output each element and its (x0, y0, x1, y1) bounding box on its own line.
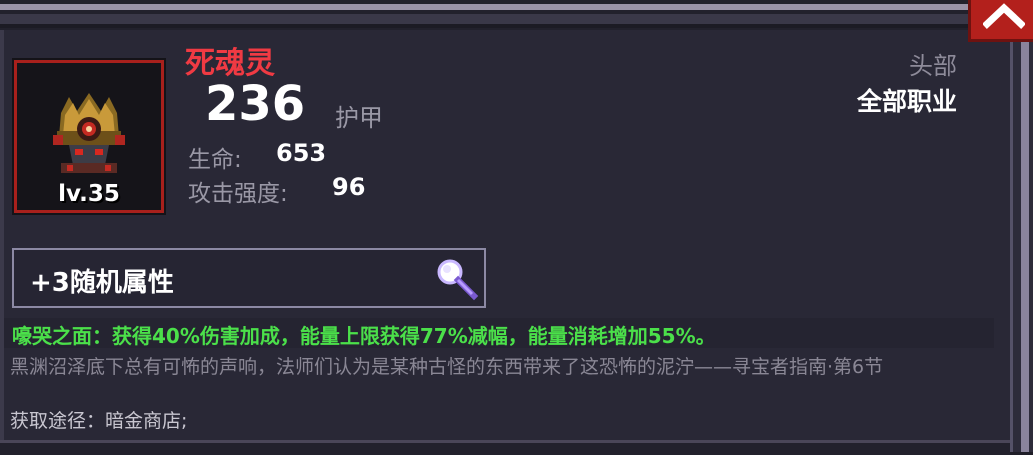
item-tooltip-panel: lv.35 死魂灵 236 护甲 生命: 653 攻击强度: 96 头部 全部职… (0, 0, 1033, 455)
item-icon-slot[interactable]: lv.35 (14, 60, 164, 213)
stat-label: 攻击强度: (188, 181, 288, 207)
panel-scrollbar[interactable] (1010, 30, 1033, 452)
random-attributes-box[interactable]: +3随机属性 (12, 248, 486, 308)
stat-value: 96 (332, 173, 366, 201)
stat-label: 生命: (188, 147, 242, 173)
class-restriction: 全部职业 (856, 87, 957, 116)
armor-value: 236 (205, 76, 306, 132)
item-level: lv.35 (58, 181, 120, 207)
random-attributes-label: +3随机属性 (30, 268, 174, 298)
special-effect-row: 嚎哭之面：获得40%伤害加成，能量上限获得77%减幅，能量消耗增加55%。 (4, 318, 994, 348)
stat-value: 653 (276, 139, 327, 167)
equip-slot: 头部 (909, 52, 957, 80)
acquisition-source: 获取途径：暗金商店; (10, 410, 188, 432)
panel-left-border (0, 30, 4, 440)
stat-row-attack: 攻击强度: (188, 174, 288, 208)
magnifier-icon[interactable] (434, 258, 482, 302)
stat-row-health: 生命: (188, 140, 242, 174)
lore-text: 黑渊沼泽底下总有可怖的声响，法师们认为是某种古怪的东西带来了这恐怖的泥泞——寻宝… (10, 356, 884, 378)
armor-label: 护甲 (335, 104, 383, 132)
panel-top-border (0, 0, 1033, 30)
special-effect-text: 嚎哭之面：获得40%伤害加成，能量上限获得77%减幅，能量消耗增加55%。 (12, 324, 716, 348)
panel-bottom-border (0, 440, 1010, 455)
helmet-icon (53, 93, 125, 173)
collapse-button[interactable] (968, 0, 1033, 42)
chevron-up-icon (983, 3, 1025, 29)
